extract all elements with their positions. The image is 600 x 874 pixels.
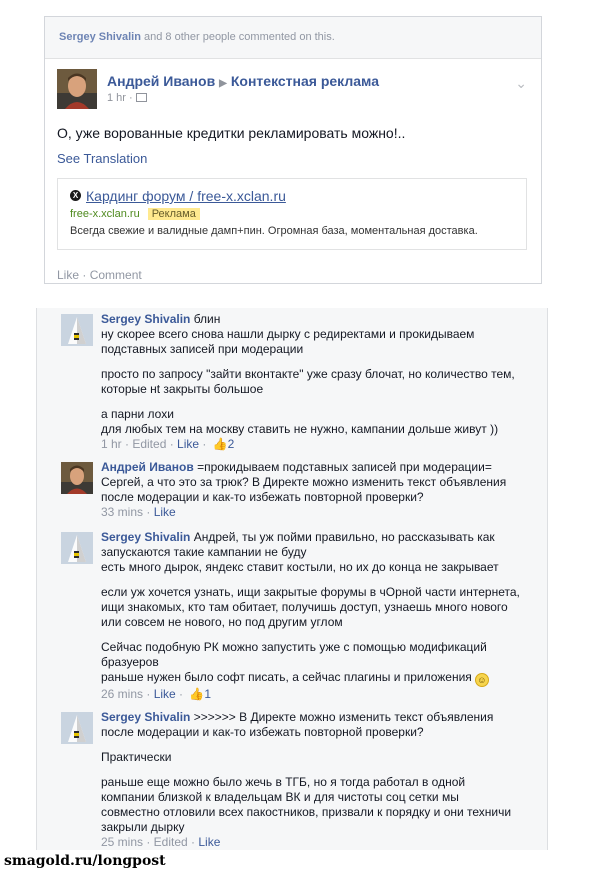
author-name-link[interactable]: Андрей Иванов [107,73,215,89]
comment-text: Практически [101,750,172,764]
like-count[interactable]: 2 [228,437,235,451]
thumbs-up-icon[interactable]: 👍 [213,437,228,452]
see-translation-link[interactable]: See Translation [57,151,541,166]
comment-timestamp[interactable]: 33 mins · [101,505,154,519]
post-activity-header: Sergey Shivalin and 8 other people comme… [45,17,541,59]
smile-emoji-icon: ☺ [474,673,489,687]
comment-button[interactable]: Comment [90,268,142,282]
comment-avatar[interactable] [61,532,93,564]
ad-url: free-x.xclan.ru [70,208,140,220]
commenter-name-link[interactable]: Sergey Shivalin [59,31,141,43]
action-separator: · [79,268,90,282]
author-avatar[interactable] [57,69,97,109]
ad-description: Всегда свежие и валидные дамп+пин. Огром… [70,225,478,237]
comment-like-button[interactable]: Like [154,505,176,519]
share-arrow-icon: ▶ [219,78,227,89]
comment-text: если уж хочется узнать, ищи закрытые фор… [101,585,520,629]
comment-text: просто по запросу "зайти вконтакте" уже … [101,367,515,396]
comment-author-link[interactable]: Sergey Shivalin [101,312,190,326]
comment-author-link[interactable]: Sergey Shivalin [101,530,190,544]
like-button[interactable]: Like [57,268,79,282]
ad-title-link[interactable]: Кардинг форум / free-x.xclan.ru [86,188,286,204]
like-count[interactable]: 1 [204,687,211,701]
comment-like-button[interactable]: Like [198,835,220,849]
post-timestamp[interactable]: 1 hr · [107,92,133,104]
meta-separator: · [199,437,210,451]
comment-text: а парни лохи для любых тем на москву ста… [101,407,499,436]
site-favicon-icon: X [70,190,81,201]
comment-timestamp[interactable]: 1 hr · Edited · [101,437,177,451]
meta-separator: · [175,687,187,701]
comment-text: Сейчас подобную РК можно запустить уже с… [101,640,487,684]
comment-text: раньше еще можно было жечь в ТГБ, но я т… [101,775,512,834]
watermark-caption: smagold.ru/longpost [4,853,166,869]
activity-text: and 8 other people commented on this. [140,31,335,43]
post-card: Sergey Shivalin and 8 other people comme… [44,16,542,284]
ad-preview[interactable]: X Кардинг форум / free-x.xclan.ru free-x… [57,178,527,250]
comment-like-button[interactable]: Like [154,687,176,701]
comment-avatar[interactable] [61,314,93,346]
privacy-icon[interactable] [135,93,147,102]
ad-badge: Реклама [147,208,200,220]
thumbs-up-icon[interactable]: 👍 [189,687,204,702]
comment-avatar[interactable] [61,462,93,494]
comment-avatar[interactable] [61,712,93,744]
comments-panel: Sergey Shivalin блин ну скорее всего сно… [36,308,548,850]
page-name-link[interactable]: Контекстная реклама [231,73,379,89]
comment-author-link[interactable]: Андрей Иванов [101,460,194,474]
comment-author-link[interactable]: Sergey Shivalin [101,710,190,724]
post-actions: Like · Comment [57,268,541,282]
comment-timestamp[interactable]: 25 mins · Edited · [101,835,198,849]
chevron-down-icon[interactable]: ⌄ [515,75,527,92]
post-text: О, уже ворованные кредитки рекламировать… [57,125,406,141]
comment-like-button[interactable]: Like [177,437,199,451]
comment-timestamp[interactable]: 26 mins · [101,687,154,701]
